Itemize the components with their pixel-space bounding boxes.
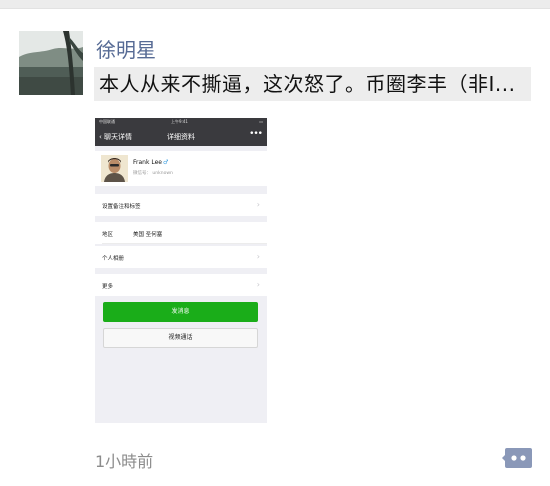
battery-icon: ▭ [259, 119, 263, 124]
comment-dots-icon [502, 448, 532, 468]
row-remark-tags: 设置备注和标签 › [95, 194, 267, 216]
carrier-label: 中国联通 [99, 119, 115, 124]
comment-button[interactable] [502, 446, 532, 470]
row-divider [102, 243, 267, 244]
profile-wechat-id: 微信号： unknown [133, 171, 173, 176]
status-time: 上午9:41 [171, 119, 188, 124]
chevron-right-icon: › [256, 200, 260, 209]
profile-avatar [101, 155, 128, 182]
row-label: 设置备注和标签 [102, 204, 141, 210]
post-text[interactable]: 本人从来不撕逼，这次怒了。币圈李丰（非I... [94, 67, 531, 101]
row-label: 个人相册 [102, 256, 125, 262]
row-album: 个人相册 › [95, 246, 267, 268]
more-icon: ••• [249, 129, 263, 139]
nav-bar: ‹ 聊天详情 详细资料 ••• [95, 126, 267, 146]
chevron-right-icon: › [256, 252, 260, 261]
row-label: 地区 [102, 232, 114, 238]
row-value: 美国 圣何塞 [133, 232, 163, 238]
top-divider-strip [0, 0, 550, 9]
row-region: 地区 美国 圣何塞 [95, 222, 267, 244]
send-message-button: 发消息 [103, 302, 258, 322]
profile-card: Frank Lee♂ 微信号： unknown [95, 151, 267, 186]
profile-name: Frank Lee [133, 159, 162, 166]
profile-avatar-image [101, 155, 128, 182]
post-image[interactable]: 中国联通 上午9:41 ▭ ‹ 聊天详情 详细资料 ••• Frank Lee♂… [95, 118, 267, 423]
avatar[interactable] [19, 31, 83, 95]
row-more: 更多 › [95, 274, 267, 296]
nav-title: 详细资料 [167, 133, 195, 141]
author-name[interactable]: 徐明星 [96, 34, 156, 63]
avatar-image [19, 31, 83, 95]
row-label: 更多 [102, 284, 114, 290]
chevron-right-icon: › [256, 280, 260, 289]
male-icon: ♂ [162, 159, 169, 166]
status-bar: 中国联通 上午9:41 ▭ [95, 118, 267, 126]
video-call-button: 视频通话 [103, 328, 258, 348]
post-timestamp: 1小時前 [95, 452, 154, 471]
profile-name-line: Frank Lee♂ [133, 159, 168, 166]
